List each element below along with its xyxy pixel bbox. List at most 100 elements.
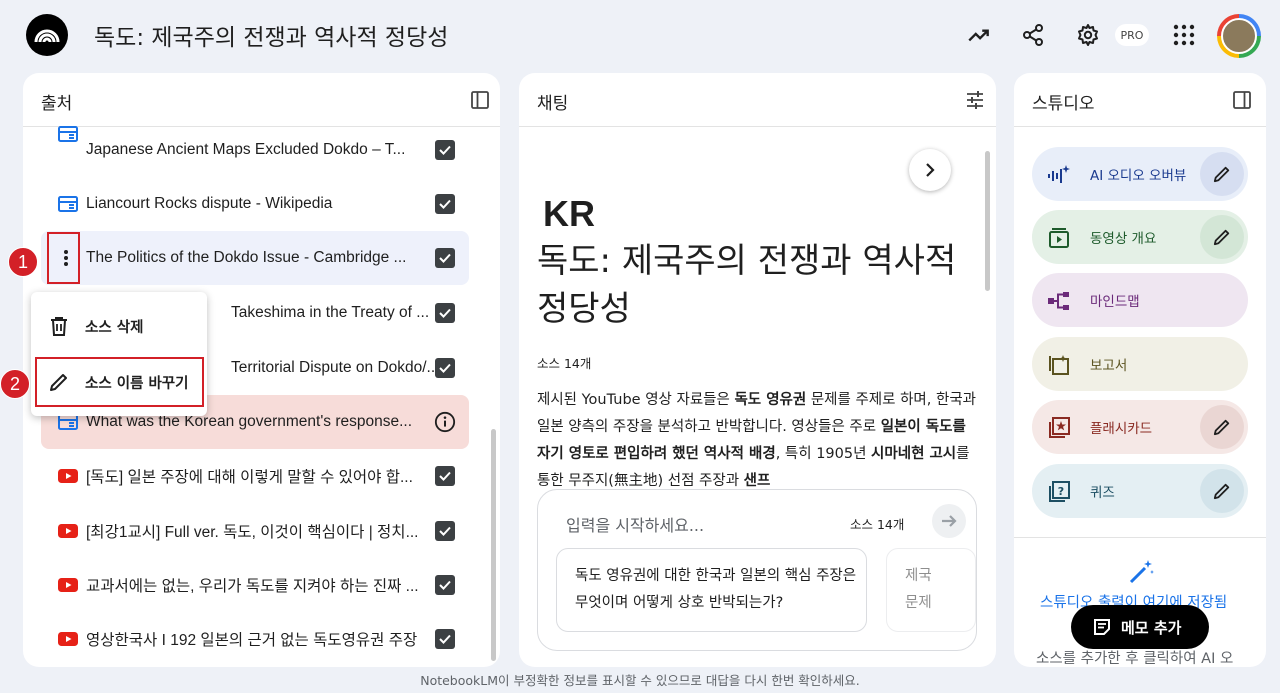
pro-badge: PRO <box>1115 24 1149 46</box>
user-avatar[interactable] <box>1217 14 1261 58</box>
source-label: 교과서에는 없는, 우리가 독도를 지켜야 하는 진짜 ... <box>86 578 419 595</box>
summary-text: , 특히 1905년 <box>775 446 872 462</box>
delete-source-label: 소스 삭제 <box>85 319 144 336</box>
svg-text:?: ? <box>1058 485 1064 498</box>
highlight-box-rename <box>35 357 204 407</box>
source-label: Liancourt Rocks dispute - Wikipedia <box>86 195 333 212</box>
web-icon <box>57 123 79 145</box>
source-label: [독도] 일본 주장에 대해 이렇게 말할 수 있어야 합... <box>86 469 413 486</box>
notebooklm-logo-icon[interactable] <box>26 14 68 56</box>
input-source-count: 소스 14개 <box>850 517 905 532</box>
source-checkbox[interactable] <box>434 193 456 215</box>
chat-input-area: 입력을 시작하세요... 소스 14개 독도 영유권에 대한 한국과 일본의 핵… <box>537 489 977 651</box>
source-checkbox[interactable] <box>434 628 456 650</box>
report-icon <box>1046 352 1072 378</box>
add-note-label: 메모 추가 <box>1121 619 1182 637</box>
step-marker-1: 1 <box>8 247 38 277</box>
studio-item-label: 퀴즈 <box>1090 485 1115 501</box>
collapse-panel-icon[interactable] <box>1231 89 1253 111</box>
studio-item-label: 동영상 개요 <box>1090 231 1157 247</box>
delete-source-menu-item[interactable]: 소스 삭제 <box>31 300 207 352</box>
studio-item-label: 마인드맵 <box>1090 294 1140 310</box>
info-icon[interactable] <box>434 411 456 433</box>
edit-pencil-icon[interactable] <box>1200 215 1244 259</box>
source-row[interactable]: [독도] 일본 주장에 대해 이렇게 말할 수 있어야 합... <box>41 453 469 499</box>
edit-pencil-icon[interactable] <box>1200 405 1244 449</box>
settings-gear-icon[interactable] <box>1075 22 1101 48</box>
source-checkbox[interactable] <box>434 247 456 269</box>
app-header: 독도: 제국주의 전쟁과 역사적 정당성 PRO <box>0 0 1280 70</box>
youtube-icon <box>57 574 79 596</box>
source-row[interactable]: 교과서에는 없는, 우리가 독도를 지켜야 하는 진짜 ... <box>41 562 469 608</box>
notebook-emoji-flag: KR <box>543 193 595 234</box>
notebook-summary: 제시된 YouTube 영상 자료들은 독도 영유권 문제를 주제로 하며, 한… <box>537 387 977 495</box>
apps-grid-icon[interactable] <box>1171 22 1197 48</box>
source-label: Takeshima in the Treaty of ... <box>231 304 430 321</box>
chat-panel-title: 채팅 <box>537 94 569 114</box>
studio-item-label: 플래시카드 <box>1090 421 1153 437</box>
source-row[interactable]: 영상한국사 I 192 일본의 근거 없는 독도영유권 주장 <box>41 616 469 662</box>
source-row[interactable]: Liancourt Rocks dispute - Wikipedia <box>41 181 469 227</box>
chevron-right-icon[interactable] <box>909 149 951 191</box>
studio-panel-header: 스튜디오 <box>1014 73 1266 127</box>
source-label: 영상한국사 I 192 일본의 근거 없는 독도영유권 주장 <box>86 632 418 649</box>
footer-disclaimer: NotebookLM이 부정확한 정보를 표시할 수 있으므로 대답을 다시 한… <box>420 673 860 688</box>
quiz-icon: ? <box>1046 479 1072 505</box>
suggested-question-text: 독도 영유권에 대한 한국과 일본의 핵심 주장은 무엇이며 어떻게 상호 반박… <box>575 568 857 611</box>
source-checkbox[interactable] <box>434 465 456 487</box>
source-label: [최강1교시] Full ver. 독도, 이것이 핵심이다 | 정치... <box>86 524 419 541</box>
source-label: Japanese Ancient Maps Excluded Dokdo – T… <box>86 141 406 158</box>
highlight-box-more-button <box>47 232 80 284</box>
studio-item-label: 보고서 <box>1090 358 1128 374</box>
source-checkbox[interactable] <box>434 520 456 542</box>
chat-scrollbar[interactable] <box>985 151 990 291</box>
studio-audio-overview[interactable]: AI 오디오 오버뷰 <box>1032 147 1248 201</box>
suggested-question-chip[interactable]: 제국 문제 <box>886 548 976 632</box>
studio-item-label: AI 오디오 오버뷰 <box>1090 168 1187 184</box>
source-checkbox[interactable] <box>434 302 456 324</box>
step-marker-2: 2 <box>0 369 30 399</box>
studio-video-overview[interactable]: 동영상 개요 <box>1032 210 1248 264</box>
source-checkbox[interactable] <box>434 357 456 379</box>
suggested-question-chip[interactable]: 독도 영유권에 대한 한국과 일본의 핵심 주장은 무엇이며 어떻게 상호 반박… <box>556 548 867 632</box>
summary-bold: 샌프 <box>743 473 771 489</box>
studio-quiz[interactable]: ? 퀴즈 <box>1032 464 1248 518</box>
studio-flashcards[interactable]: 플래시카드 <box>1032 400 1248 454</box>
sources-panel-title: 출처 <box>41 94 73 114</box>
chat-input[interactable]: 입력을 시작하세요... <box>566 512 704 536</box>
summary-bold: 독도 영유권 <box>734 392 807 408</box>
source-label: The Politics of the Dokdo Issue - Cambri… <box>86 249 407 266</box>
chat-source-count: 소스 14개 <box>537 356 592 371</box>
studio-mindmap[interactable]: 마인드맵 <box>1032 273 1248 327</box>
share-icon[interactable] <box>1020 22 1046 48</box>
youtube-icon <box>57 465 79 487</box>
send-arrow-icon[interactable] <box>932 504 966 538</box>
studio-divider <box>1014 537 1266 538</box>
edit-pencil-icon[interactable] <box>1200 152 1244 196</box>
add-note-button[interactable]: 메모 추가 <box>1071 605 1209 649</box>
suggested-question-text: 제국 문제 <box>905 568 932 611</box>
chat-settings-tune-icon[interactable] <box>964 89 986 111</box>
sources-scrollbar[interactable] <box>491 429 496 661</box>
flashcard-icon <box>1046 415 1072 441</box>
collapse-panel-icon[interactable] <box>469 89 491 111</box>
chat-panel-header: 채팅 <box>519 73 996 127</box>
youtube-icon <box>57 520 79 542</box>
studio-hint-text: 소스를 추가한 후 클릭하여 AI 오 <box>1036 651 1234 667</box>
web-icon <box>57 193 79 215</box>
note-icon <box>1091 616 1113 638</box>
notebook-title[interactable]: 독도: 제국주의 전쟁과 역사적 정당성 <box>94 18 448 52</box>
edit-pencil-icon[interactable] <box>1200 469 1244 513</box>
source-row[interactable]: Japanese Ancient Maps Excluded Dokdo – T… <box>41 126 469 173</box>
analytics-trending-icon[interactable] <box>966 22 992 48</box>
source-checkbox[interactable] <box>434 139 456 161</box>
source-row[interactable]: [최강1교시] Full ver. 독도, 이것이 핵심이다 | 정치... <box>41 508 469 554</box>
audio-waveform-icon <box>1046 162 1072 188</box>
studio-report[interactable]: 보고서 <box>1032 337 1248 391</box>
chat-notebook-heading: 독도: 제국주의 전쟁과 역사적 정당성 <box>537 241 957 329</box>
source-row-selected[interactable]: The Politics of the Dokdo Issue - Cambri… <box>41 231 469 285</box>
summary-bold: 시마네현 고시 <box>871 446 957 462</box>
video-play-icon <box>1046 225 1072 251</box>
trash-icon <box>47 314 71 338</box>
source-checkbox[interactable] <box>434 574 456 596</box>
